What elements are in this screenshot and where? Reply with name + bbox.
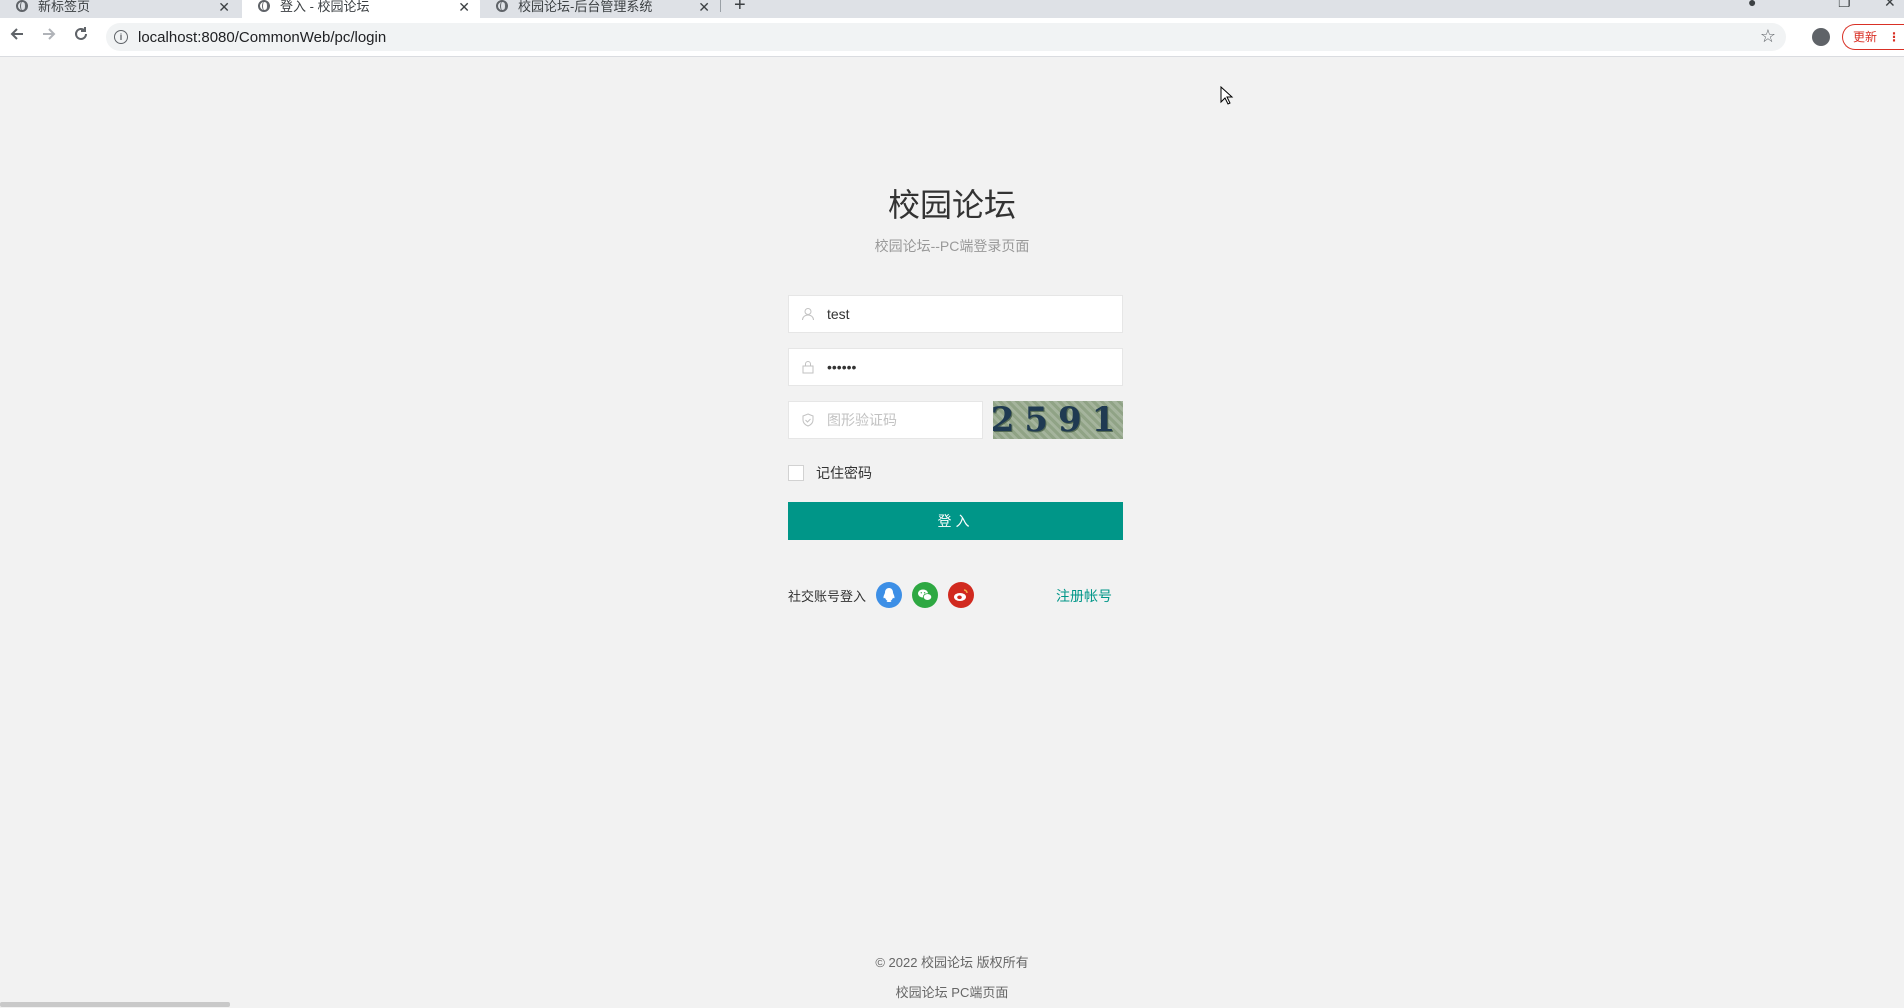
globe-icon: [258, 0, 270, 12]
forward-icon[interactable]: [40, 25, 58, 48]
profile-avatar-icon[interactable]: [1812, 28, 1830, 46]
lock-icon: [801, 360, 815, 374]
info-icon[interactable]: i: [114, 30, 128, 44]
new-tab-button[interactable]: +: [734, 0, 746, 17]
tab-title: 新标签页: [38, 0, 91, 14]
browser-tab-bar: 新标签页 ✕ 登入 - 校园论坛 ✕ 校园论坛-后台管理系统 ✕ + ● ❐ ✕: [0, 0, 1904, 18]
close-window-icon[interactable]: ✕: [1884, 0, 1896, 11]
restore-icon[interactable]: ❐: [1838, 0, 1851, 11]
mouse-cursor-icon: [1220, 85, 1234, 111]
username-input[interactable]: [827, 306, 1077, 322]
footer-note: 校园论坛 PC端页面: [895, 985, 1009, 1000]
menu-dots-icon: ⋮: [1888, 30, 1900, 44]
tab-admin[interactable]: 校园论坛-后台管理系统 ✕: [480, 0, 720, 18]
social-login-label: 社交账号登入: [788, 588, 867, 604]
page-subtitle: 校园论坛--PC端登录页面: [874, 238, 1030, 254]
tab-separator: [720, 0, 721, 12]
address-bar[interactable]: i localhost:8080/CommonWeb/pc/login ☆: [106, 23, 1786, 51]
footer-copyright: © 2022 校园论坛 版权所有: [875, 955, 1029, 970]
remember-label: 记住密码: [816, 465, 872, 481]
bookmark-star-icon[interactable]: ☆: [1760, 26, 1776, 47]
captcha-field[interactable]: [788, 401, 983, 439]
login-button[interactable]: 登入: [788, 502, 1123, 540]
qq-icon[interactable]: [876, 582, 903, 608]
register-link[interactable]: 注册帐号: [1056, 586, 1112, 606]
social-login: 社交账号登入: [788, 582, 984, 608]
tab-login[interactable]: 登入 - 校园论坛 ✕: [242, 0, 480, 18]
globe-icon: [496, 0, 508, 12]
back-icon[interactable]: [8, 25, 26, 48]
globe-icon: [16, 0, 28, 12]
url-text: localhost:8080/CommonWeb/pc/login: [138, 28, 387, 46]
page-title: 校园论坛: [887, 187, 1016, 223]
user-icon: [801, 307, 815, 321]
tab-search-icon[interactable]: ●: [1748, 0, 1756, 10]
username-field[interactable]: [788, 295, 1123, 333]
remember-checkbox[interactable]: [788, 465, 804, 481]
close-icon[interactable]: ✕: [458, 0, 470, 16]
shield-icon: [801, 413, 815, 427]
tab-title: 校园论坛-后台管理系统: [518, 0, 653, 14]
update-button[interactable]: 更新 ⋮: [1842, 24, 1904, 50]
tab-title: 登入 - 校园论坛: [280, 0, 370, 14]
browser-toolbar: i localhost:8080/CommonWeb/pc/login ☆ 更新…: [0, 18, 1904, 57]
weibo-icon[interactable]: [948, 582, 975, 608]
wechat-icon[interactable]: [912, 582, 939, 608]
horizontal-scrollbar[interactable]: [0, 1002, 230, 1007]
password-field[interactable]: [788, 348, 1123, 386]
captcha-input[interactable]: [827, 412, 977, 428]
close-icon[interactable]: ✕: [218, 0, 230, 16]
update-label: 更新: [1853, 30, 1878, 44]
captcha-text: 2591: [993, 401, 1123, 439]
remember-password[interactable]: 记住密码: [788, 463, 872, 483]
close-icon[interactable]: ✕: [698, 0, 710, 16]
tab-new-tab[interactable]: 新标签页 ✕: [0, 0, 240, 18]
captcha-image[interactable]: 2591: [993, 401, 1123, 439]
password-input[interactable]: [827, 359, 1077, 375]
reload-icon[interactable]: [72, 25, 90, 48]
